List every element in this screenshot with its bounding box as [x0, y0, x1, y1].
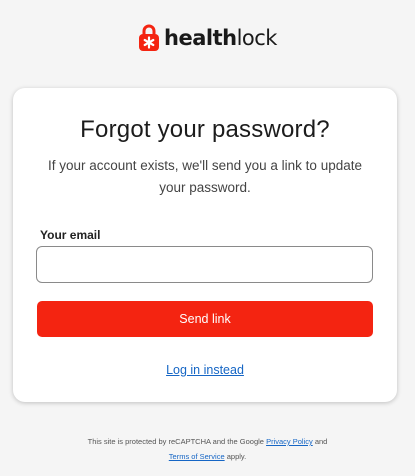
- send-link-button[interactable]: Send link: [37, 301, 373, 337]
- brand-name-bold: health: [164, 26, 237, 50]
- recaptcha-notice: This site is protected by reCAPTCHA and …: [0, 434, 415, 464]
- privacy-policy-link[interactable]: Privacy Policy: [266, 437, 313, 446]
- recaptcha-apply-text: apply.: [226, 452, 247, 461]
- brand-wordmark: healthlock: [164, 24, 277, 52]
- page-subtitle: If your account exists, we'll send you a…: [47, 158, 362, 195]
- page-title: Forgot your password?: [80, 116, 330, 143]
- brand-name-regular: lock: [236, 26, 278, 50]
- recaptcha-and-text: and: [314, 437, 328, 446]
- log-in-instead-link[interactable]: Log in instead: [13, 363, 397, 377]
- padlock-medical-star-icon: [139, 24, 160, 51]
- forgot-password-card: Forgot your password? If your account ex…: [13, 88, 397, 402]
- terms-of-service-link[interactable]: Terms of Service: [169, 452, 225, 461]
- healthlock-logo: healthlock: [0, 24, 415, 52]
- email-field[interactable]: [36, 246, 373, 283]
- email-label: Your email: [40, 228, 101, 242]
- recaptcha-text: This site is protected by reCAPTCHA and …: [87, 437, 264, 446]
